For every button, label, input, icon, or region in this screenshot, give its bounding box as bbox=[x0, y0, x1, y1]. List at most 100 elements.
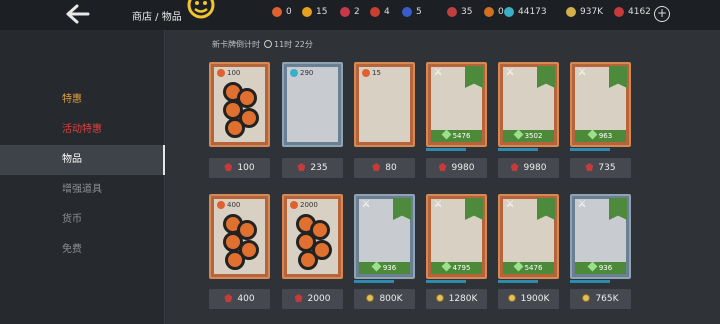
timer-label: 新卡牌倒计时 bbox=[212, 40, 260, 49]
shop-item-card[interactable]: ⚔ 5476 bbox=[426, 62, 487, 147]
sidebar-item[interactable]: 特惠 bbox=[0, 85, 165, 115]
shop-item-card[interactable]: ⚔ 4795 bbox=[426, 194, 487, 279]
resource-icon bbox=[272, 7, 282, 17]
price-button[interactable]: 800K bbox=[354, 289, 415, 309]
price-button[interactable]: 735 bbox=[570, 158, 631, 178]
count-icon bbox=[362, 69, 370, 77]
ruby-icon bbox=[372, 163, 381, 171]
resource-value: 0 bbox=[498, 7, 504, 17]
sidebar-item[interactable]: 货币 bbox=[0, 205, 165, 235]
power-band: 936 bbox=[359, 261, 410, 274]
shop-item-card[interactable]: 100 bbox=[209, 62, 270, 147]
shop-item-card[interactable]: ⚔ 3502 bbox=[498, 62, 559, 147]
resource-value: 4 bbox=[384, 7, 390, 17]
sidebar: 特惠 活动特惠 物品 增强道具 货币 免费 bbox=[0, 30, 165, 324]
coin-icon bbox=[582, 294, 591, 302]
resource-icon bbox=[447, 7, 457, 17]
shop-item-card[interactable]: ⚔ 936 bbox=[570, 194, 631, 279]
price-value: 735 bbox=[598, 163, 616, 173]
item-count: 290 bbox=[290, 69, 313, 77]
power-value: 3502 bbox=[524, 132, 543, 140]
price-button[interactable]: 765K bbox=[570, 289, 631, 309]
item-count: 2000 bbox=[290, 201, 318, 209]
resource-value: 937K bbox=[580, 7, 604, 17]
power-icon bbox=[513, 261, 524, 272]
count-value: 100 bbox=[227, 69, 241, 77]
resource-counter: 4 bbox=[370, 7, 390, 17]
resource-value: 4162 bbox=[628, 7, 651, 17]
ruby-icon bbox=[294, 294, 303, 302]
price-value: 400 bbox=[237, 294, 255, 304]
power-value: 5476 bbox=[452, 132, 471, 140]
top-bar: 商店 / 物品 bbox=[0, 0, 720, 30]
price-button[interactable]: 235 bbox=[282, 158, 343, 178]
card-timer: 新卡牌倒计时 11时 22分 bbox=[212, 39, 313, 50]
power-band: 5476 bbox=[503, 261, 554, 274]
resource-value: 44173 bbox=[518, 7, 547, 17]
power-icon bbox=[587, 261, 598, 272]
price-button[interactable]: 9980 bbox=[426, 158, 487, 178]
price-button[interactable]: 1280K bbox=[426, 289, 487, 309]
resource-value: 15 bbox=[316, 7, 328, 17]
resource-icon bbox=[484, 7, 494, 17]
price-button[interactable]: 100 bbox=[209, 158, 270, 178]
shop-item-card[interactable]: ⚔ 936 bbox=[354, 194, 415, 279]
shop-item-card[interactable]: 15 bbox=[354, 62, 415, 147]
price-button[interactable]: 2000 bbox=[282, 289, 343, 309]
resource-counter: 0 bbox=[272, 7, 292, 17]
progress-bar bbox=[426, 280, 466, 283]
token-stack-icon bbox=[219, 78, 259, 138]
resource-value: 35 bbox=[461, 7, 473, 17]
back-arrow-icon[interactable] bbox=[64, 3, 92, 25]
faction-emblem-icon: ⚔ bbox=[433, 199, 443, 210]
sidebar-item[interactable]: 物品 bbox=[0, 145, 165, 175]
shop-item-card[interactable]: 290 bbox=[282, 62, 343, 147]
power-value: 5476 bbox=[524, 264, 543, 272]
price-value: 765K bbox=[595, 294, 619, 304]
token-stack-icon bbox=[219, 210, 259, 270]
progress-bar bbox=[426, 148, 466, 151]
shop-item-card[interactable]: 2000 bbox=[282, 194, 343, 279]
power-icon bbox=[371, 261, 382, 272]
ruby-icon bbox=[224, 163, 233, 171]
sidebar-item[interactable]: 增强道具 bbox=[0, 175, 165, 205]
count-value: 290 bbox=[300, 69, 314, 77]
power-icon bbox=[441, 261, 452, 272]
price-button[interactable]: 9980 bbox=[498, 158, 559, 178]
resource-counter: 937K bbox=[566, 7, 603, 17]
resource-value: 5 bbox=[416, 7, 422, 17]
progress-bar bbox=[354, 280, 394, 283]
faction-emblem-icon: ⚔ bbox=[433, 67, 443, 78]
sidebar-item[interactable]: 免费 bbox=[0, 235, 165, 265]
sidebar-item[interactable]: 活动特惠 bbox=[0, 115, 165, 145]
shop-item-card[interactable]: ⚔ 5476 bbox=[498, 194, 559, 279]
coin-icon bbox=[507, 294, 516, 302]
price-value: 100 bbox=[237, 163, 255, 173]
price-button[interactable]: 400 bbox=[209, 289, 270, 309]
power-band: 936 bbox=[575, 261, 626, 274]
power-band: 3502 bbox=[503, 129, 554, 142]
shop-item-card[interactable]: 400 bbox=[209, 194, 270, 279]
ruby-icon bbox=[297, 163, 306, 171]
faction-emblem-icon: ⚔ bbox=[577, 67, 587, 78]
power-value: 963 bbox=[598, 132, 613, 140]
resource-counter: 0 bbox=[484, 7, 504, 17]
coin-icon bbox=[366, 294, 375, 302]
ruby-icon bbox=[224, 294, 233, 302]
price-button[interactable]: 1900K bbox=[498, 289, 559, 309]
resource-icon bbox=[614, 7, 624, 17]
ruby-icon bbox=[510, 163, 519, 171]
resource-icon bbox=[370, 7, 380, 17]
resource-icon bbox=[340, 7, 350, 17]
price-value: 235 bbox=[310, 163, 328, 173]
add-resource-button[interactable]: + bbox=[654, 6, 670, 22]
shop-item-card[interactable]: ⚔ 963 bbox=[570, 62, 631, 147]
progress-bar bbox=[498, 148, 538, 151]
item-count: 15 bbox=[362, 69, 381, 77]
faction-emblem-icon: ⚔ bbox=[505, 67, 515, 78]
progress-bar bbox=[570, 280, 610, 283]
price-button[interactable]: 80 bbox=[354, 158, 415, 178]
price-value: 9980 bbox=[523, 163, 547, 173]
power-value: 936 bbox=[598, 264, 613, 272]
coin-icon bbox=[435, 294, 444, 302]
